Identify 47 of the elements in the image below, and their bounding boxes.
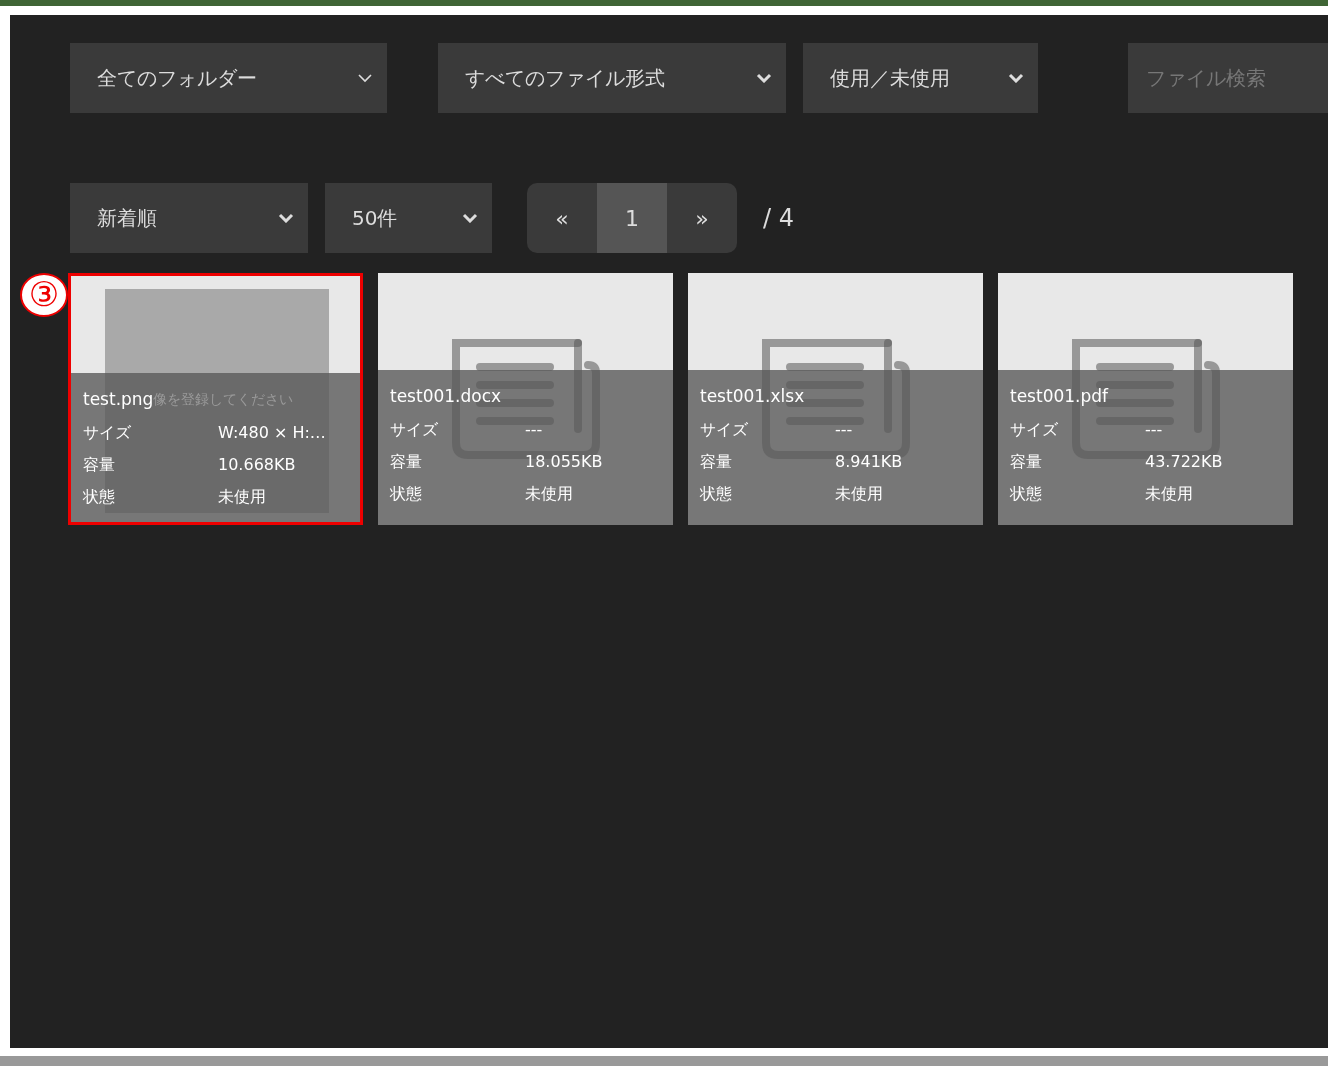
file-name: test.png <box>83 388 154 411</box>
chevron-down-icon <box>357 73 374 83</box>
info-value: 8.941KB <box>835 450 903 473</box>
dropdown[interactable]: 全てのフォルダー <box>70 43 388 113</box>
info-label: サイズ <box>390 418 439 441</box>
next-page-button[interactable]: » <box>667 183 737 253</box>
file-card[interactable]: test001.docx サイズ --- 容量 18.055KB 状態 未使用 <box>378 273 673 525</box>
info-value: --- <box>835 418 853 441</box>
file-name: test001.pdf <box>1010 385 1109 408</box>
search-field[interactable]: ファイル検索 <box>1128 43 1328 113</box>
file-card[interactable]: test001.xlsx サイズ --- 容量 8.941KB 状態 未使用 <box>688 273 983 525</box>
dropdown[interactable]: すべてのファイル形式 <box>438 43 786 113</box>
info-label: 容量 <box>700 450 733 473</box>
chevron-down-icon <box>278 213 294 223</box>
dropdown[interactable]: 使用／未使用 <box>802 43 1038 113</box>
info-label: 状態 <box>83 485 116 508</box>
file-name: test001.xlsx <box>700 385 805 408</box>
dropdown[interactable]: 50件 <box>325 183 492 253</box>
info-value: --- <box>525 418 543 441</box>
chevron-down-icon <box>755 73 772 83</box>
info-label: 状態 <box>700 482 733 505</box>
info-value: 10.668KB <box>218 453 296 476</box>
page-total: / 4 <box>763 203 794 234</box>
info-value: 未使用 <box>1145 482 1193 505</box>
info-value: 未使用 <box>525 482 573 505</box>
previous-page-button[interactable]: « <box>527 183 597 253</box>
info-label: サイズ <box>1010 418 1059 441</box>
file-name: test001.docx <box>390 385 502 408</box>
page-button[interactable]: 1 <box>597 183 667 253</box>
callout-marker: ③ <box>20 273 68 317</box>
info-value: 未使用 <box>218 485 266 508</box>
info-value: W:480 × H:… <box>218 421 326 444</box>
info-label: 容量 <box>390 450 423 473</box>
chevron-down-icon <box>1008 73 1024 83</box>
info-value: 未使用 <box>835 482 883 505</box>
info-value: --- <box>1145 418 1163 441</box>
info-label: サイズ <box>700 418 749 441</box>
info-label: 容量 <box>1010 450 1043 473</box>
dropdown[interactable]: 新着順 <box>70 183 308 253</box>
info-value: 18.055KB <box>525 450 603 473</box>
info-label: サイズ <box>83 421 132 444</box>
file-card[interactable]: test001.pdf サイズ --- 容量 43.722KB 状態 未使用 <box>998 273 1293 525</box>
info-label: 容量 <box>83 453 116 476</box>
info-value: 43.722KB <box>1145 450 1223 473</box>
info-label: 状態 <box>1010 482 1043 505</box>
info-label: 状態 <box>390 482 423 505</box>
chevron-down-icon <box>462 213 478 223</box>
